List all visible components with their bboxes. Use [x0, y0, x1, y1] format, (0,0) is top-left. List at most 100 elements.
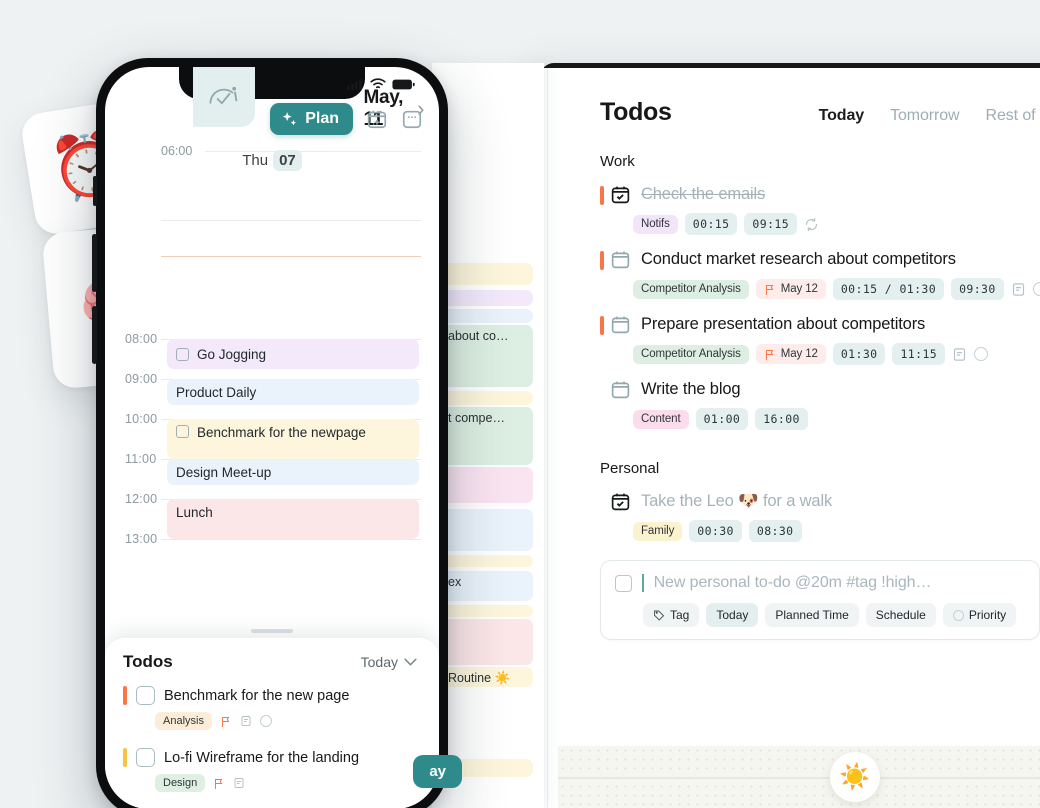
- calendar-icon[interactable]: [610, 249, 631, 270]
- mini-event[interactable]: ex: [441, 571, 533, 601]
- signal-bars-icon: [347, 78, 364, 90]
- circle-icon[interactable]: [259, 715, 272, 727]
- priority-bar: [123, 748, 127, 767]
- due-date-chip[interactable]: May 12: [755, 344, 826, 364]
- composer-input-row[interactable]: New personal to-do @20m #tag !high…: [615, 574, 1025, 592]
- calendar-event-product-daily[interactable]: Product Daily: [167, 379, 419, 405]
- tab-today[interactable]: Today: [819, 107, 865, 125]
- tool-today[interactable]: Today: [706, 603, 759, 627]
- mini-event[interactable]: [441, 263, 533, 285]
- daylight-toggle-button[interactable]: ☀️: [830, 752, 880, 802]
- mini-event[interactable]: [441, 555, 533, 567]
- tag-chip[interactable]: Competitor Analysis: [633, 279, 749, 299]
- tag-chip[interactable]: Competitor Analysis: [633, 344, 749, 364]
- todo-meta-row: Competitor Analysis May 12 01:30 11:15: [549, 343, 1040, 365]
- flag-icon[interactable]: [213, 777, 225, 790]
- todo-item-conduct-market-research[interactable]: Conduct market research about competitor…: [549, 249, 1040, 270]
- time-chip[interactable]: 09:15: [744, 213, 798, 235]
- today-fab-button[interactable]: ay: [413, 755, 462, 788]
- composer-checkbox[interactable]: [615, 574, 632, 592]
- phone-volume-up-button[interactable]: [92, 234, 97, 292]
- mini-event[interactable]: [441, 290, 533, 306]
- todo-item-check-the-emails[interactable]: Check the emails: [549, 184, 1040, 205]
- time-chip[interactable]: 08:30: [748, 520, 802, 542]
- calendar-checked-icon[interactable]: [610, 184, 631, 205]
- mini-event[interactable]: [441, 509, 533, 551]
- duration-chip[interactable]: 00:30: [689, 520, 742, 542]
- repeat-icon[interactable]: [804, 217, 819, 232]
- board-icon[interactable]: [401, 108, 423, 130]
- plan-button[interactable]: Plan: [270, 103, 353, 135]
- sheet-filter-dropdown[interactable]: Today: [361, 654, 417, 670]
- todo-title: Prepare presentation about competitors: [641, 315, 926, 333]
- tool-tag[interactable]: Tag: [643, 603, 700, 627]
- now-indicator-line: [161, 256, 421, 258]
- slot-divider: [161, 539, 421, 540]
- time-chip[interactable]: 16:00: [755, 408, 808, 430]
- todo-item-write-the-blog[interactable]: Write the blog: [549, 379, 1040, 400]
- todo-checkbox[interactable]: [136, 748, 155, 767]
- duration-chip[interactable]: 00:15: [684, 213, 738, 235]
- tool-priority[interactable]: Priority: [942, 603, 1017, 627]
- tab-rest-of-week[interactable]: Rest of T: [986, 107, 1040, 125]
- phone-todo-benchmark-new-page[interactable]: Benchmark for the new page: [105, 686, 439, 705]
- tool-priority-label: Priority: [968, 608, 1007, 622]
- calendar-plus-icon[interactable]: [366, 108, 388, 130]
- tag-chip[interactable]: Design: [155, 774, 206, 792]
- circle-icon[interactable]: [1032, 282, 1040, 296]
- note-icon[interactable]: [952, 346, 967, 363]
- phone-todo-lofi-wireframe[interactable]: Lo-fi Wireframe for the landing: [105, 748, 439, 767]
- mini-event[interactable]: Routine ☀️: [441, 667, 533, 687]
- slot-divider: [161, 220, 421, 221]
- phone-volume-down-button[interactable]: [92, 306, 97, 364]
- tool-schedule[interactable]: Schedule: [865, 603, 936, 627]
- mini-event[interactable]: [441, 619, 533, 665]
- due-date-chip[interactable]: May 12: [755, 279, 826, 299]
- tool-planned-time[interactable]: Planned Time: [765, 603, 859, 627]
- calendar-event-design-meetup[interactable]: Design Meet-up: [167, 459, 419, 485]
- weekday-label: Thu: [242, 152, 269, 169]
- duration-chip[interactable]: 01:00: [695, 408, 749, 430]
- calendar-icon[interactable]: [610, 314, 631, 335]
- sheet-grabber-handle[interactable]: [251, 629, 293, 633]
- new-todo-input[interactable]: New personal to-do @20m #tag !high…: [654, 574, 932, 592]
- event-checkbox[interactable]: [176, 425, 189, 438]
- mini-event[interactable]: t compe…: [441, 407, 533, 465]
- tab-tomorrow[interactable]: Tomorrow: [890, 107, 960, 125]
- calendar-event-benchmark-newpage[interactable]: Benchmark for the newpage: [167, 419, 419, 459]
- circle-icon[interactable]: [974, 347, 989, 361]
- note-icon[interactable]: [1011, 281, 1026, 298]
- duration-chip[interactable]: 00:15 / 01:30: [832, 278, 945, 300]
- mini-event[interactable]: [441, 467, 533, 503]
- phone-screen: × ‹ May, 11 › Today 06:00 Plan: [105, 67, 439, 808]
- todo-item-prepare-presentation[interactable]: Prepare presentation about competitors: [549, 314, 1040, 335]
- event-checkbox[interactable]: [176, 347, 189, 361]
- time-chip[interactable]: 09:30: [951, 278, 1004, 300]
- mini-event[interactable]: about co…: [441, 325, 533, 387]
- calendar-event-lunch[interactable]: Lunch: [167, 499, 419, 539]
- note-icon[interactable]: [233, 776, 245, 790]
- mini-event[interactable]: [441, 309, 533, 323]
- tool-tag-label: Tag: [670, 608, 690, 622]
- duration-chip[interactable]: 01:30: [832, 343, 886, 365]
- slot-label-0900: 09:00: [125, 372, 158, 386]
- day-number: 07: [273, 150, 302, 171]
- tag-chip[interactable]: Family: [633, 521, 683, 541]
- mini-event[interactable]: [441, 605, 533, 617]
- phone-silent-switch[interactable]: [93, 176, 97, 206]
- calendar-checked-icon[interactable]: [610, 491, 631, 512]
- new-todo-composer[interactable]: New personal to-do @20m #tag !high… Tag …: [600, 560, 1040, 640]
- text-caret: [642, 574, 644, 592]
- note-icon[interactable]: [240, 714, 252, 728]
- time-chip[interactable]: 11:15: [892, 343, 946, 365]
- calendar-icon[interactable]: [610, 379, 631, 400]
- calendar-event-go-jogging[interactable]: Go Jogging: [167, 339, 419, 369]
- tag-chip[interactable]: Notifs: [633, 214, 678, 234]
- todo-item-take-leo-for-a-walk[interactable]: Take the Leo 🐶 for a walk: [549, 491, 1040, 512]
- circle-icon: [952, 609, 964, 621]
- mini-event[interactable]: [441, 391, 533, 405]
- tag-chip[interactable]: Content: [633, 409, 689, 429]
- flag-icon[interactable]: [220, 715, 232, 728]
- tag-chip[interactable]: Analysis: [155, 712, 212, 730]
- todo-checkbox[interactable]: [136, 686, 155, 705]
